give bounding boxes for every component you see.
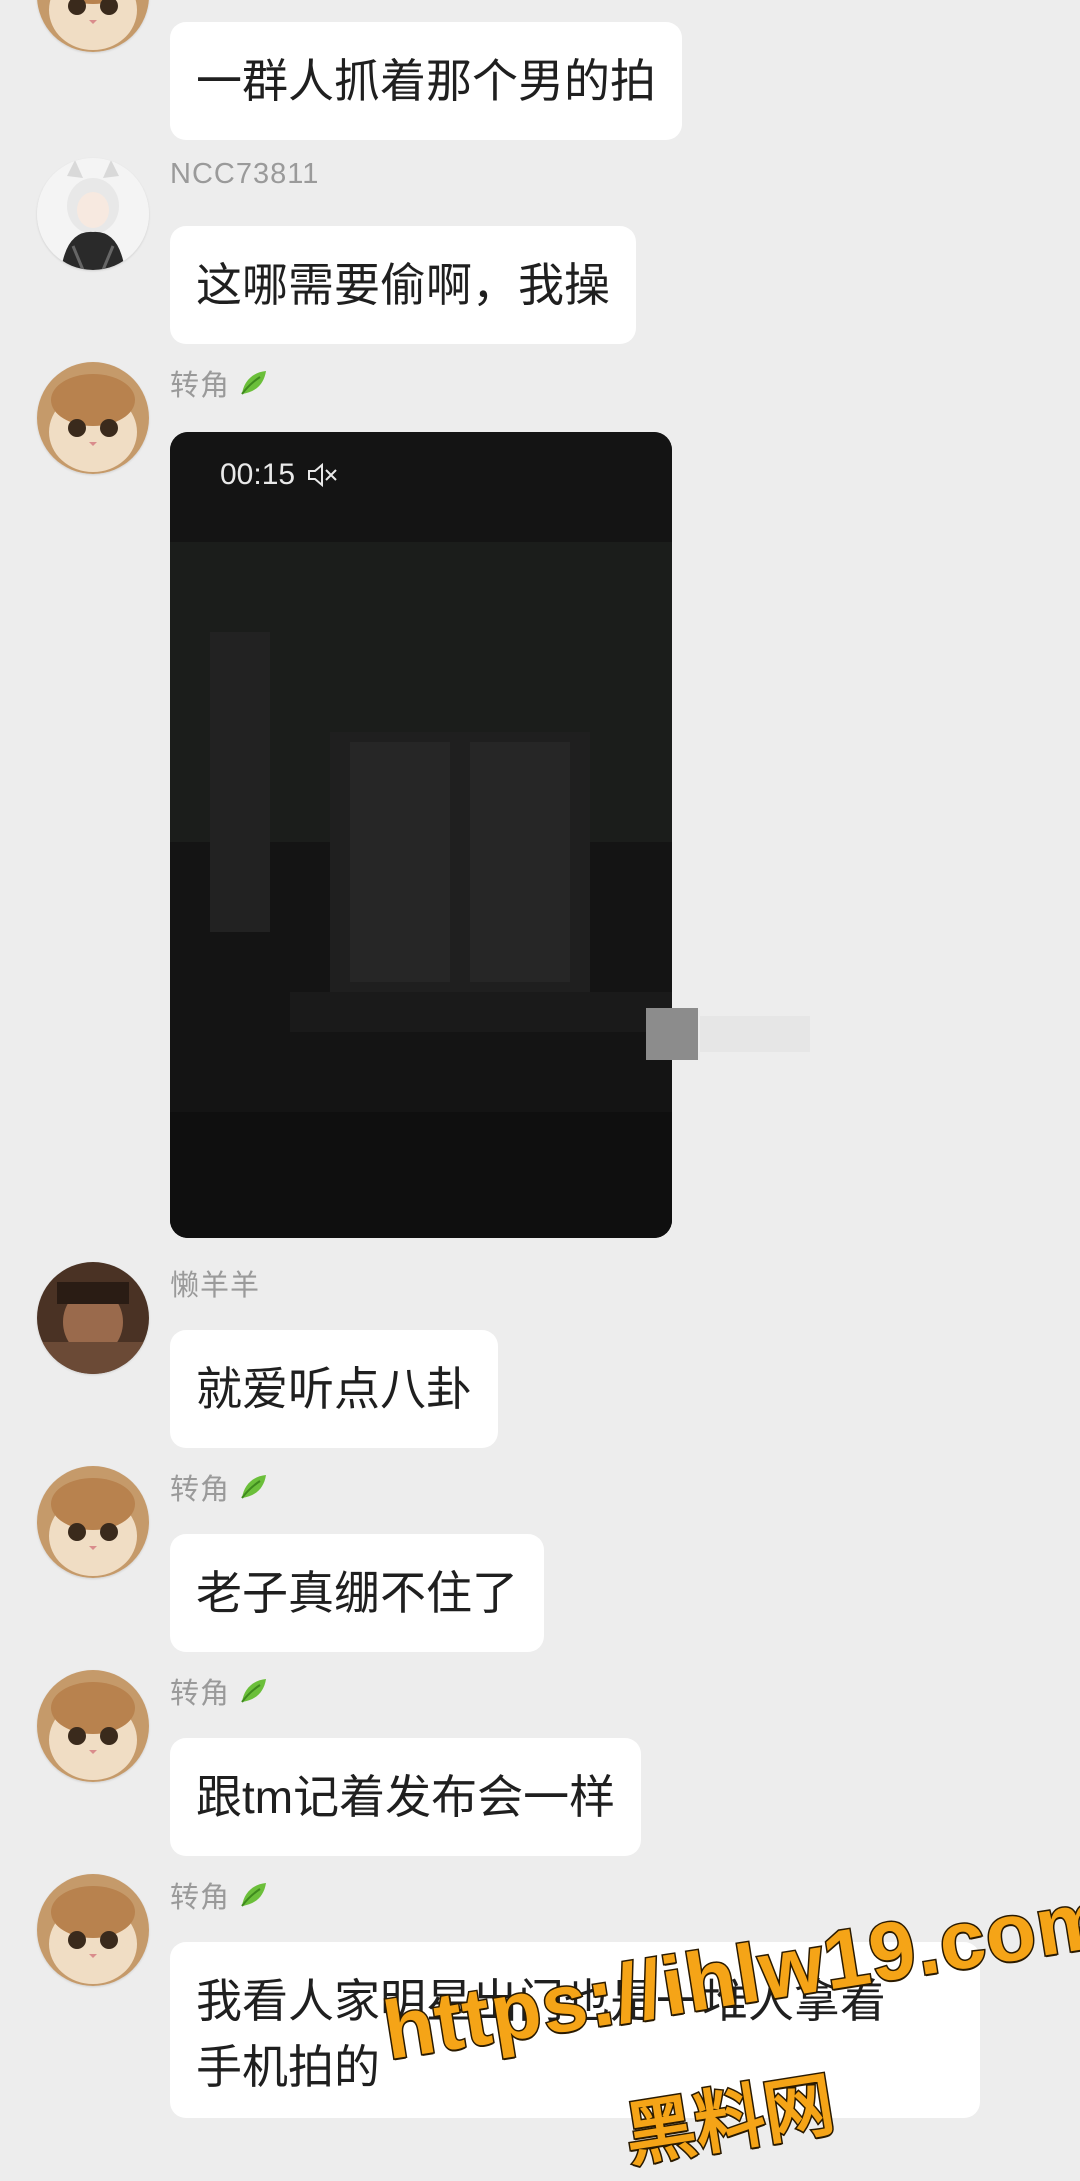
message-bubble[interactable]: 一群人抓着那个男的拍 <box>170 22 682 140</box>
sender-name: 懒羊羊 <box>170 1270 261 1302</box>
video-message[interactable]: 00:15 <box>170 432 672 1238</box>
message-bubble[interactable]: 老子真绷不住了 <box>170 1534 544 1652</box>
leaf-icon <box>241 1883 267 1907</box>
anime-girl-avatar[interactable] <box>37 158 149 270</box>
cat-avatar[interactable] <box>37 362 149 474</box>
side-thumbnail <box>646 1008 698 1060</box>
message-bubble[interactable]: 跟tm记着发布会一样 <box>170 1738 642 1856</box>
side-placeholder <box>700 1016 810 1052</box>
photo-avatar[interactable] <box>37 1262 149 1374</box>
message-bubble[interactable]: 就爱听点八卦 <box>170 1330 498 1448</box>
sender-name: 转角 <box>170 1874 270 1916</box>
sender-name: 转角 <box>170 362 270 404</box>
chat-window: 一群人抓着那个男的拍 NCC73811 这哪需要偷啊，我操 转角 00:15 懒… <box>0 0 1080 2178</box>
cat-avatar[interactable] <box>37 1670 149 1782</box>
cat-avatar[interactable] <box>37 0 149 52</box>
video-thumbnail <box>170 432 672 1238</box>
cat-avatar[interactable] <box>37 1874 149 1986</box>
leaf-icon <box>241 1475 267 1499</box>
cat-avatar[interactable] <box>37 1466 149 1578</box>
sender-name: NCC73811 <box>170 158 320 190</box>
leaf-icon <box>241 1679 267 1703</box>
message-bubble[interactable]: 这哪需要偷啊，我操 <box>170 226 636 344</box>
video-duration: 00:15 <box>220 458 339 492</box>
leaf-icon <box>241 371 267 395</box>
sender-name: 转角 <box>170 1466 270 1508</box>
sender-name: 转角 <box>170 1670 270 1712</box>
speaker-mute-icon[interactable] <box>305 458 339 492</box>
